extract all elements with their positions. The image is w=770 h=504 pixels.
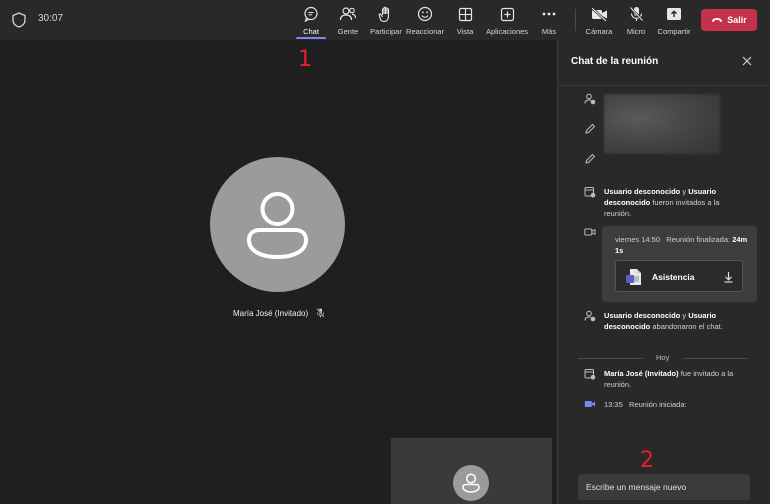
annotation-marker-2: 2 xyxy=(640,448,654,473)
people-icon xyxy=(339,5,357,23)
day-separator: Hoy xyxy=(578,353,748,363)
user-name: María José (Invitado) xyxy=(604,369,679,378)
pencil-icon xyxy=(585,153,596,164)
participant-name-tag: María José (Invitado) xyxy=(233,308,325,318)
leave-button[interactable]: Salir xyxy=(701,9,757,31)
hand-icon xyxy=(377,5,395,23)
share-label: Compartir xyxy=(657,27,691,36)
more-label: Más xyxy=(541,27,557,36)
camera-button[interactable]: Cámara xyxy=(585,5,613,39)
people-button[interactable]: Gente xyxy=(334,5,362,39)
event-meeting-started: 13:35 Reunión iniciada: xyxy=(604,399,754,410)
active-tab-indicator xyxy=(296,37,326,39)
meeting-time: viernes 14:50 xyxy=(615,235,661,244)
raise-hand-button[interactable]: Participar xyxy=(369,5,403,39)
meeting-ended-card: viernes 14:50 Reunión finalizada: 24m 1s… xyxy=(602,226,757,302)
conjunction: y xyxy=(680,311,689,320)
event-time: 13:35 xyxy=(604,400,623,409)
share-icon xyxy=(665,5,683,23)
apps-button[interactable]: Aplicaciones xyxy=(486,5,528,39)
separator-line xyxy=(578,358,643,359)
camera-off-icon xyxy=(590,5,608,23)
participant-name: María José (Invitado) xyxy=(233,308,309,318)
mic-button[interactable]: Micro xyxy=(624,5,648,39)
share-button[interactable]: Compartir xyxy=(656,5,692,39)
leave-label: Salir xyxy=(727,15,747,25)
annotation-marker-1: 1 xyxy=(298,47,312,72)
more-icon xyxy=(540,5,558,23)
meeting-timer: 30:07 xyxy=(38,13,64,24)
event-left: Usuario desconocido y Usuario desconocid… xyxy=(604,310,734,332)
user-name: Usuario desconocido xyxy=(604,187,681,196)
chat-icon xyxy=(302,5,320,23)
grid-icon xyxy=(456,5,474,23)
person-icon xyxy=(246,192,309,260)
smile-icon xyxy=(416,5,434,23)
person-left-icon xyxy=(584,310,596,322)
meeting-ended-label: Reunión finalizada: xyxy=(666,235,731,244)
more-button[interactable]: Más xyxy=(539,5,559,39)
compose-message-input[interactable]: Escribe un mensaje nuevo xyxy=(578,474,750,500)
panel-title: Chat de la reunión xyxy=(571,56,659,67)
pencil-icon xyxy=(585,123,596,134)
people-label: Gente xyxy=(337,27,359,36)
mic-muted-icon xyxy=(316,308,325,318)
separator-line xyxy=(683,358,748,359)
person-icon xyxy=(462,473,480,493)
apps-label: Aplicaciones xyxy=(485,27,529,36)
add-app-icon xyxy=(498,5,516,23)
attendance-label: Asistencia xyxy=(652,272,695,282)
hang-up-icon xyxy=(712,18,723,22)
calendar-add-icon xyxy=(584,369,596,380)
chat-button[interactable]: Chat xyxy=(296,5,326,39)
spreadsheet-file-icon xyxy=(626,269,641,285)
mic-off-icon xyxy=(627,5,645,23)
day-label: Hoy xyxy=(656,353,670,362)
raise-hand-label: Participar xyxy=(370,27,402,36)
view-button[interactable]: Vista xyxy=(454,5,476,39)
mic-label: Micro xyxy=(626,27,646,36)
participant-avatar xyxy=(210,157,345,292)
self-video-tile[interactable] xyxy=(391,438,552,504)
event-text: abandonaron el chat. xyxy=(650,322,723,331)
react-label: Reaccionar xyxy=(406,27,444,36)
meeting-summary: viernes 14:50 Reunión finalizada: 24m 1s xyxy=(615,234,755,256)
camera-label: Cámara xyxy=(585,27,613,36)
meeting-chat-panel: Chat de la reunión Usuario desconocido y… xyxy=(557,40,770,504)
panel-divider xyxy=(558,85,770,86)
react-button[interactable]: Reaccionar xyxy=(406,5,444,39)
calendar-add-icon xyxy=(584,187,596,198)
blurred-image xyxy=(604,94,720,154)
event-guest-invited: María José (Invitado) fue invitado a la … xyxy=(604,368,734,390)
close-icon[interactable] xyxy=(741,55,753,67)
person-added-icon xyxy=(584,93,596,105)
meeting-toolbar: 30:07 Chat Gente Participar Reaccionar V… xyxy=(0,0,770,40)
toolbar-divider xyxy=(575,9,576,31)
video-call-icon xyxy=(584,228,596,236)
view-label: Vista xyxy=(456,27,474,36)
event-text: Reunión iniciada: xyxy=(629,400,687,409)
shield-icon xyxy=(12,12,26,28)
conjunction: y xyxy=(680,187,689,196)
self-avatar xyxy=(453,465,489,501)
event-invited: Usuario desconocido y Usuario desconocid… xyxy=(604,186,734,219)
download-icon[interactable] xyxy=(723,271,734,283)
attendance-file[interactable]: Asistencia xyxy=(615,260,743,292)
video-call-icon xyxy=(584,401,595,407)
user-name: Usuario desconocido xyxy=(604,311,681,320)
chat-label: Chat xyxy=(303,27,319,36)
